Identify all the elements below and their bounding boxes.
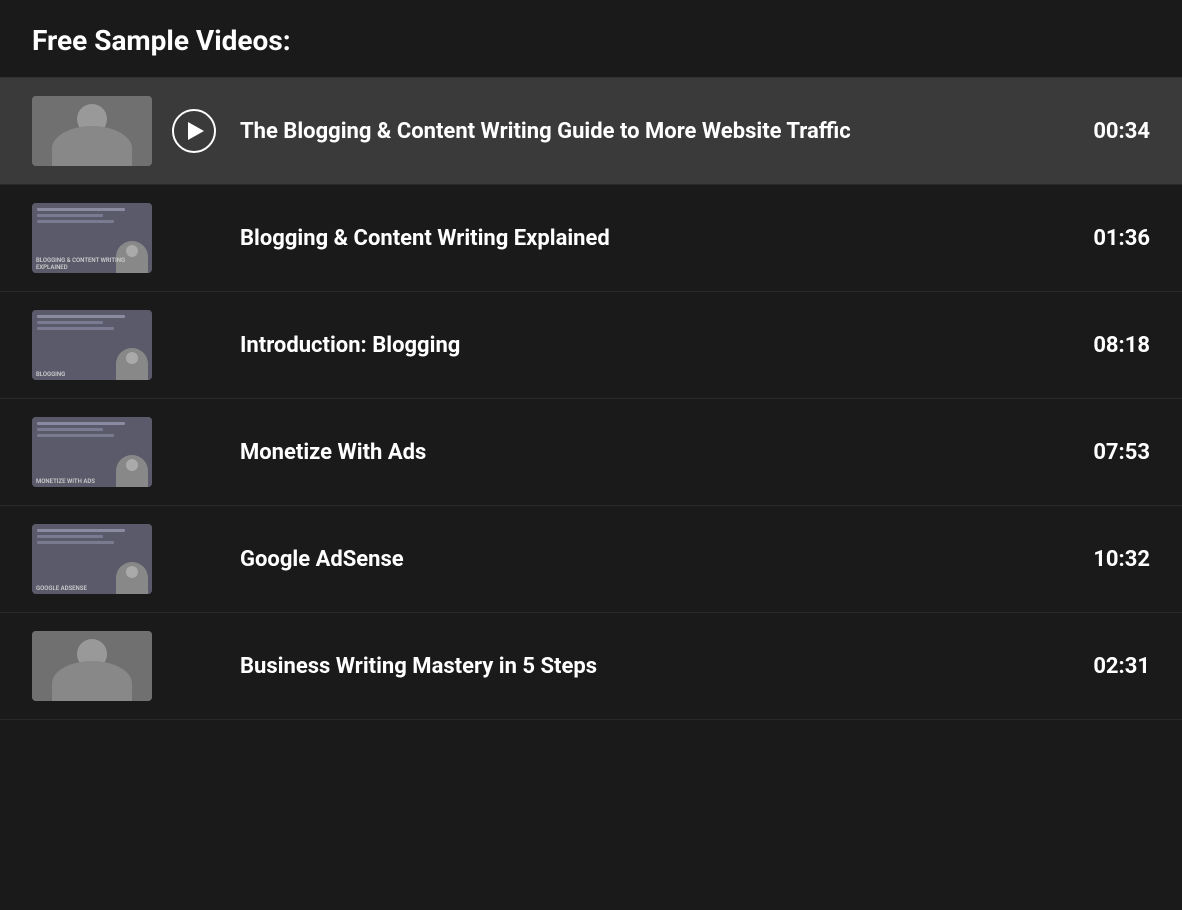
play-button-wrapper bbox=[172, 537, 216, 581]
page-container: Free Sample Videos: The Blogging & Conte… bbox=[0, 0, 1182, 720]
video-title: Google AdSense bbox=[236, 547, 1073, 572]
video-item[interactable]: BLOGGING Introduction: Blogging 08:18 bbox=[0, 292, 1182, 399]
video-item[interactable]: Business Writing Mastery in 5 Steps 02:31 bbox=[0, 613, 1182, 720]
video-duration: 01:36 bbox=[1093, 226, 1150, 251]
video-thumbnail bbox=[32, 631, 152, 701]
video-thumbnail: BLOGGING & CONTENT WRITING EXPLAINED bbox=[32, 203, 152, 273]
video-thumbnail: MONETIZE WITH ADS bbox=[32, 417, 152, 487]
video-duration: 08:18 bbox=[1093, 333, 1150, 358]
video-thumbnail: GOOGLE ADSENSE bbox=[32, 524, 152, 594]
play-button-wrapper[interactable] bbox=[172, 109, 216, 153]
video-duration: 07:53 bbox=[1093, 440, 1150, 465]
video-item[interactable]: GOOGLE ADSENSE Google AdSense 10:32 bbox=[0, 506, 1182, 613]
video-item[interactable]: BLOGGING & CONTENT WRITING EXPLAINED Blo… bbox=[0, 185, 1182, 292]
video-title: The Blogging & Content Writing Guide to … bbox=[236, 119, 1073, 144]
video-list: The Blogging & Content Writing Guide to … bbox=[0, 78, 1182, 720]
video-item[interactable]: The Blogging & Content Writing Guide to … bbox=[0, 78, 1182, 185]
page-header: Free Sample Videos: bbox=[0, 0, 1182, 78]
play-button-wrapper bbox=[172, 216, 216, 260]
page-title: Free Sample Videos: bbox=[32, 24, 1150, 57]
video-title: Introduction: Blogging bbox=[236, 333, 1073, 358]
video-thumbnail: BLOGGING bbox=[32, 310, 152, 380]
play-button-wrapper bbox=[172, 644, 216, 688]
play-button-wrapper bbox=[172, 430, 216, 474]
video-thumbnail bbox=[32, 96, 152, 166]
video-item[interactable]: MONETIZE WITH ADS Monetize With Ads 07:53 bbox=[0, 399, 1182, 506]
video-duration: 10:32 bbox=[1093, 547, 1150, 572]
video-title: Blogging & Content Writing Explained bbox=[236, 226, 1073, 251]
video-duration: 02:31 bbox=[1093, 654, 1150, 679]
play-button-wrapper bbox=[172, 323, 216, 367]
play-triangle-icon bbox=[188, 122, 204, 140]
video-title: Business Writing Mastery in 5 Steps bbox=[236, 654, 1073, 679]
video-title: Monetize With Ads bbox=[236, 440, 1073, 465]
video-duration: 00:34 bbox=[1093, 119, 1150, 144]
play-icon[interactable] bbox=[172, 109, 216, 153]
